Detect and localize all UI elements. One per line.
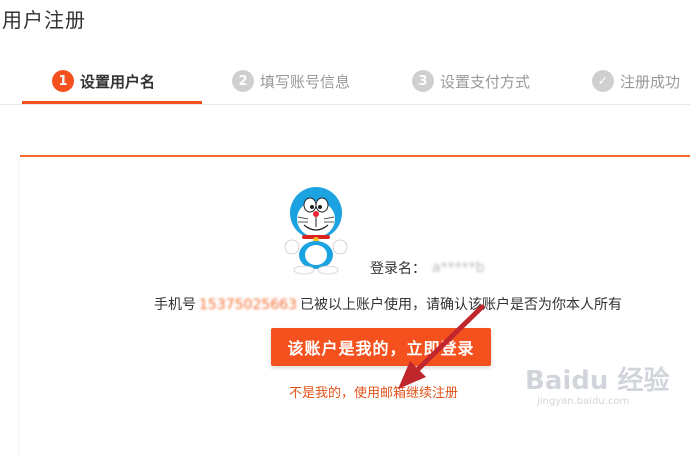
red-arrow-icon <box>398 304 485 389</box>
login-name-label: 登录名： <box>370 261 426 277</box>
phone-number: 15375025663 <box>199 297 297 313</box>
step-set-username[interactable]: 1 设置用户名 <box>52 68 155 94</box>
login-name-value: a*****b <box>432 260 485 276</box>
doraemon-avatar-icon <box>284 187 348 275</box>
step-number-3: 3 <box>412 70 434 92</box>
step-account-info[interactable]: 2 填写账号信息 <box>232 68 350 94</box>
baidu-jingyan-watermark: Baidu 经验 jingyan.baidu.com <box>525 360 670 407</box>
login-name-row: 登录名： a*****b <box>370 258 484 278</box>
page-title: 用户注册 <box>2 8 86 32</box>
registration-steps: 1 设置用户名 2 填写账号信息 3 设置支付方式 ✓ 注册成功 <box>0 58 690 105</box>
step-register-success[interactable]: ✓ 注册成功 <box>592 68 680 94</box>
step-label: 设置用户名 <box>80 72 156 91</box>
step-label: 设置支付方式 <box>440 72 531 91</box>
step-label: 填写账号信息 <box>260 72 351 91</box>
watermark-brand: Baidu 经验 <box>525 366 670 396</box>
check-circle-icon: ✓ <box>592 70 614 92</box>
step-number-2: 2 <box>232 70 254 92</box>
step-label: 注册成功 <box>620 72 681 91</box>
phone-prefix: 手机号 <box>154 297 196 313</box>
step-number-1: 1 <box>52 70 74 92</box>
watermark-site: jingyan.baidu.com <box>537 396 630 407</box>
active-step-underline <box>22 101 202 104</box>
step-payment-method[interactable]: 3 设置支付方式 <box>412 68 530 94</box>
